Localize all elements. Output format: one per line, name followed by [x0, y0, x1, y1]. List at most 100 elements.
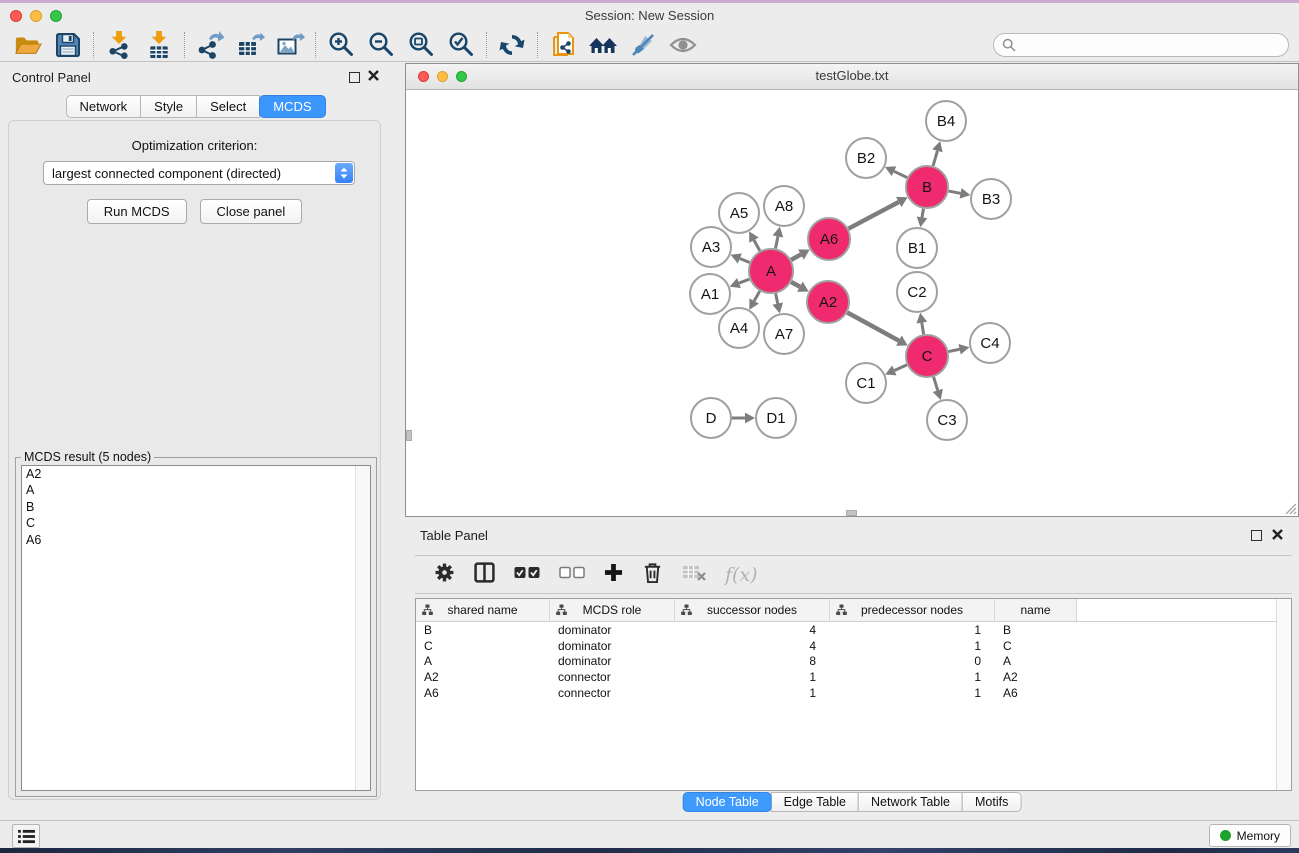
open-session-icon[interactable]	[8, 30, 48, 60]
edge-B-B2[interactable]	[885, 166, 907, 177]
import-table-icon[interactable]	[139, 30, 179, 60]
delete-column-icon[interactable]	[642, 561, 663, 589]
tab-network-table[interactable]: Network Table	[858, 792, 963, 812]
table-row[interactable]: A2connector11A2	[416, 669, 1291, 685]
node-table[interactable]: shared nameMCDS rolesuccessor nodesprede…	[415, 598, 1292, 791]
edge-A-A2[interactable]	[791, 282, 808, 292]
memory-button[interactable]: Memory	[1209, 824, 1291, 847]
node-C4[interactable]: C4	[970, 323, 1010, 363]
zoom-fit-icon[interactable]	[401, 30, 441, 60]
node-A8[interactable]: A8	[764, 186, 804, 226]
unselect-all-icon[interactable]	[559, 566, 585, 584]
mcds-result-item[interactable]: C	[22, 515, 370, 531]
edge-D-D1[interactable]	[732, 413, 755, 424]
zoom-selected-icon[interactable]	[441, 30, 481, 60]
node-B3[interactable]: B3	[971, 179, 1011, 219]
table-row[interactable]: A6connector11A6	[416, 685, 1291, 701]
column-header-mcds-role[interactable]: MCDS role	[550, 599, 675, 621]
zoom-in-icon[interactable]	[321, 30, 361, 60]
edge-A-A1[interactable]	[730, 278, 750, 288]
column-header-predecessor-nodes[interactable]: predecessor nodes	[830, 599, 995, 621]
criterion-select[interactable]: largest connected component (directed)	[43, 161, 355, 185]
edge-A-A5[interactable]	[749, 231, 760, 250]
resize-grip[interactable]	[1283, 501, 1297, 515]
home-icon[interactable]	[583, 30, 623, 60]
edge-C-C4[interactable]	[949, 344, 970, 355]
node-C1[interactable]: C1	[846, 363, 886, 403]
mcds-result-item[interactable]: A	[22, 482, 370, 498]
scrollbar-track[interactable]	[355, 466, 370, 790]
edge-B-B3[interactable]	[949, 188, 971, 199]
float-panel-icon[interactable]	[349, 72, 360, 83]
horizontal-scroll-thumb[interactable]	[846, 510, 857, 516]
add-column-icon[interactable]	[604, 563, 623, 587]
node-B4[interactable]: B4	[926, 101, 966, 141]
node-B1[interactable]: B1	[897, 228, 937, 268]
table-row[interactable]: Cdominator41C	[416, 638, 1291, 654]
select-all-icon[interactable]	[514, 566, 540, 584]
column-header-successor-nodes[interactable]: successor nodes	[675, 599, 830, 621]
tab-mcds[interactable]: MCDS	[259, 95, 325, 118]
edge-A6-B[interactable]	[848, 197, 907, 229]
column-header-shared-name[interactable]: shared name	[416, 599, 550, 621]
node-A2[interactable]: A2	[807, 281, 849, 323]
node-A6[interactable]: A6	[808, 218, 850, 260]
main-titlebar[interactable]: Session: New Session	[0, 3, 1299, 28]
close-panel-icon[interactable]	[368, 70, 379, 81]
tab-edge-table[interactable]: Edge Table	[771, 792, 859, 812]
hide-style-icon[interactable]	[623, 30, 663, 60]
eye-icon[interactable]	[663, 30, 703, 60]
export-image-icon[interactable]	[270, 30, 310, 60]
table-settings-icon[interactable]	[434, 562, 455, 588]
node-A5[interactable]: A5	[719, 193, 759, 233]
close-panel-icon[interactable]	[1272, 529, 1283, 540]
edge-A-A8[interactable]	[773, 227, 784, 249]
mcds-result-item[interactable]: B	[22, 499, 370, 515]
node-C[interactable]: C	[906, 335, 948, 377]
table-row[interactable]: Bdominator41B	[416, 622, 1291, 638]
tab-network[interactable]: Network	[65, 95, 141, 118]
node-A[interactable]: A	[749, 249, 793, 293]
table-row[interactable]: Adominator80A	[416, 654, 1291, 670]
node-A3[interactable]: A3	[691, 227, 731, 267]
edge-B-B4[interactable]	[932, 141, 942, 166]
node-A1[interactable]: A1	[690, 274, 730, 314]
import-network-icon[interactable]	[99, 30, 139, 60]
edge-B-B1[interactable]	[917, 209, 928, 228]
node-B[interactable]: B	[906, 166, 948, 208]
mcds-result-item[interactable]: A6	[22, 532, 370, 548]
save-session-icon[interactable]	[48, 30, 88, 60]
refresh-icon[interactable]	[492, 30, 532, 60]
network-overview-icon[interactable]	[543, 30, 583, 60]
node-C3[interactable]: C3	[927, 400, 967, 440]
network-window-titlebar[interactable]: testGlobe.txt	[406, 64, 1298, 90]
network-graph[interactable]: A A1 A2 A3 A4 A5 A6 A7 A8 B B1 B2 B3B4 C C1 C2 C3C4 D D1	[406, 90, 1298, 516]
edge-C-C2[interactable]	[916, 313, 927, 335]
edge-A-A7[interactable]	[772, 294, 783, 314]
delete-table-icon[interactable]	[682, 562, 706, 587]
export-network-icon[interactable]	[190, 30, 230, 60]
search-field[interactable]	[993, 33, 1289, 57]
node-A7[interactable]: A7	[764, 314, 804, 354]
float-panel-icon[interactable]	[1251, 530, 1262, 541]
search-input[interactable]	[1021, 37, 1275, 53]
node-D1[interactable]: D1	[756, 398, 796, 438]
tab-motifs[interactable]: Motifs	[962, 792, 1021, 812]
mcds-result-item[interactable]: A2	[22, 466, 370, 482]
node-C2[interactable]: C2	[897, 272, 937, 312]
function-builder-icon[interactable]: f(x)	[725, 564, 758, 586]
column-header-name[interactable]: name	[995, 599, 1077, 621]
close-panel-button[interactable]: Close panel	[200, 199, 303, 224]
mcds-result-list[interactable]: A2ABCA6	[21, 465, 371, 791]
node-D[interactable]: D	[691, 398, 731, 438]
edge-A-A4[interactable]	[749, 291, 759, 310]
tab-style[interactable]: Style	[140, 95, 197, 118]
node-A4[interactable]: A4	[719, 308, 759, 348]
edge-A-A6[interactable]	[791, 249, 810, 260]
zoom-out-icon[interactable]	[361, 30, 401, 60]
edge-A-A3[interactable]	[730, 253, 749, 263]
scrollbar-track[interactable]	[1276, 599, 1291, 790]
edge-C-C3[interactable]	[933, 377, 943, 400]
node-B2[interactable]: B2	[846, 138, 886, 178]
run-mcds-button[interactable]: Run MCDS	[87, 199, 187, 224]
